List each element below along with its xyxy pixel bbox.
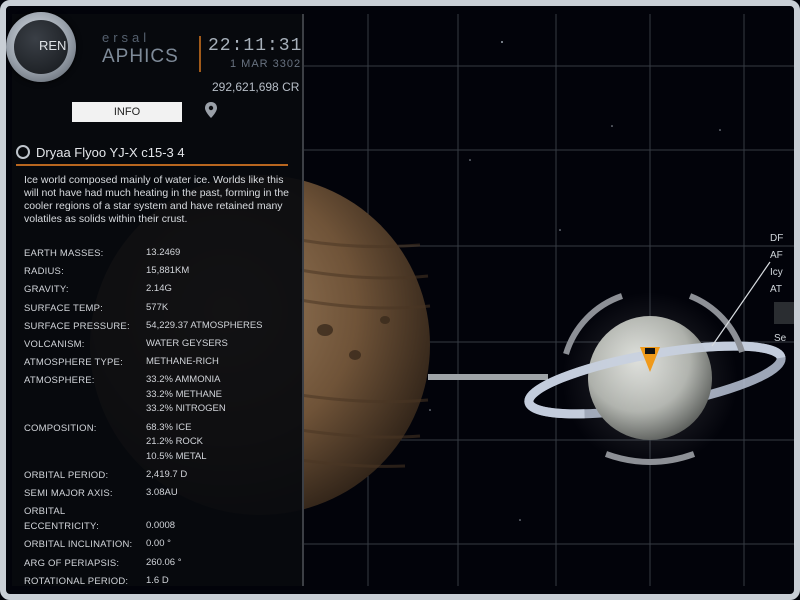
- target-callout-line: AT: [770, 284, 783, 295]
- property-label: SEMI MAJOR AXIS:: [24, 488, 113, 499]
- body-description: Ice world composed mainly of water ice. …: [24, 174, 289, 225]
- info-panel: ersal APHICS 22:11:31 1 MAR 3302 292,621…: [12, 14, 304, 586]
- body-title: Dryaa Flyoo YJ-X c15-3 4: [16, 142, 288, 166]
- property-value-line: 68.3% ICE: [146, 421, 192, 433]
- property-value-line: 13.2469: [146, 247, 181, 258]
- body-name: Dryaa Flyoo YJ-X c15-3 4: [36, 145, 185, 160]
- property-value-line: 54,229.37 ATMOSPHERES: [146, 319, 263, 331]
- property-value-line: 2.14G: [146, 283, 172, 295]
- property-label: ORBITAL ECCENTRICITY:: [24, 506, 99, 533]
- property-value: METHANE-RICH: [146, 355, 219, 370]
- property-value-line: 577K: [146, 301, 169, 313]
- property-value-line: 0.00 °: [146, 538, 171, 550]
- property-label: EARTH MASSES:: [24, 248, 104, 259]
- property-label: GRAVITY:: [24, 284, 69, 296]
- property-value: 2,419.7 D: [146, 468, 187, 483]
- property-value-line: WATER GEYSERS: [146, 338, 228, 349]
- property-value: 68.3% ICE 21.2% ROCK 10.5% METAL: [146, 421, 207, 465]
- target-callout-line: Se: [774, 333, 787, 344]
- target-callout: DF AF Icy AT Se: [770, 230, 800, 344]
- property-label: SURFACE TEMP:: [24, 302, 103, 314]
- property-value-line: 33.2% NITROGEN: [146, 403, 226, 415]
- planet-icon: [16, 145, 30, 159]
- panel-tabs: INFO: [72, 102, 302, 122]
- property-value-line: 3.08AU: [146, 487, 178, 498]
- property-label: ARG OF PERIAPSIS:: [24, 557, 120, 569]
- property-value: 54,229.37 ATMOSPHERES: [146, 319, 263, 334]
- property-label: RADIUS:: [24, 266, 64, 278]
- property-value-line: 33.2% METHANE: [146, 388, 223, 400]
- property-value-line: 15,881KM: [146, 265, 190, 277]
- property-value: 0.0008: [146, 519, 175, 534]
- property-value: 33.2% AMMONIA 33.2% METHANE 33.2% NITROGEN: [146, 373, 226, 417]
- property-value-line: 10.5% METAL: [146, 450, 207, 462]
- rank-badge-label: REN: [39, 38, 67, 53]
- header-divider: [199, 36, 201, 72]
- game-screen: DF AF Icy AT Se ersal APHICS 22:11:31 1 …: [0, 0, 800, 600]
- property-value: WATER GEYSERS: [146, 337, 228, 352]
- rank-badge: REN: [6, 12, 76, 82]
- map-pin-icon[interactable]: [200, 102, 222, 122]
- property-value: 1.6 D: [146, 574, 169, 586]
- property-value: 15,881KM: [146, 264, 189, 279]
- property-label: COMPOSITION:: [24, 422, 97, 434]
- property-value-line: METHANE-RICH: [146, 356, 219, 368]
- property-label: ATMOSPHERE:: [24, 375, 95, 387]
- property-value: 3.08AU: [146, 486, 178, 501]
- credit-balance: 292,621,698 CR: [212, 80, 300, 94]
- property-label: ORBITAL PERIOD:: [24, 469, 109, 481]
- brand-bottom: APHICS: [102, 46, 179, 67]
- brand-top: ersal: [102, 30, 151, 45]
- tab-info[interactable]: INFO: [72, 102, 182, 122]
- property-value-line: 33.2% AMMONIA: [146, 374, 221, 386]
- property-value: 577K: [146, 301, 168, 316]
- property-value-line: 0.0008: [146, 520, 176, 532]
- property-value-line: 21.2% ROCK: [146, 436, 204, 448]
- property-label: SURFACE PRESSURE:: [24, 320, 130, 332]
- property-value-line: 2,419.7 D: [146, 468, 188, 480]
- target-callout-name: DF: [770, 233, 784, 244]
- callout-line: [711, 261, 771, 347]
- property-value: 260.06 °: [146, 556, 182, 571]
- property-label: ORBITAL INCLINATION:: [24, 539, 133, 551]
- target-callout-bar: [774, 302, 800, 324]
- property-value: 2.14G: [146, 282, 172, 297]
- property-label: ROTATIONAL PERIOD:: [24, 575, 129, 586]
- game-date: 1 MAR 3302: [230, 58, 302, 70]
- property-value-line: 260.06 °: [146, 556, 182, 568]
- property-value: 0.00 °: [146, 537, 171, 552]
- orbit-link: [428, 374, 548, 380]
- property-value-line: 1.6 D: [146, 574, 169, 586]
- target-callout-line: Icy: [770, 267, 783, 278]
- property-label: ATMOSPHERE TYPE:: [24, 357, 123, 369]
- property-value: 13.2469: [146, 246, 180, 261]
- game-clock: 22:11:31: [208, 36, 303, 56]
- property-label: VOLCANISM:: [24, 339, 85, 350]
- target-callout-line: AF: [770, 250, 783, 261]
